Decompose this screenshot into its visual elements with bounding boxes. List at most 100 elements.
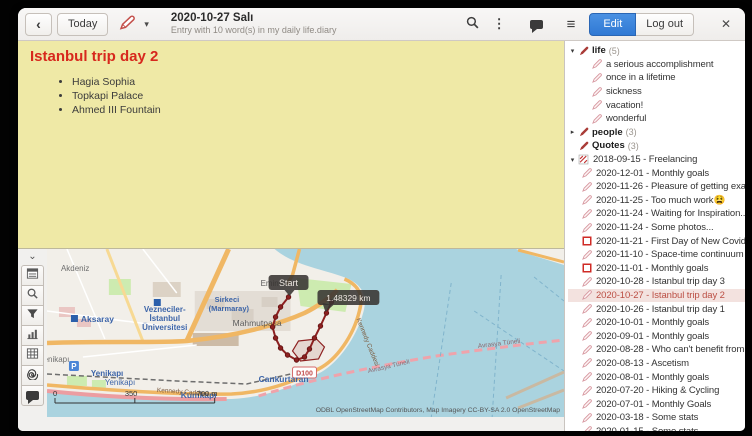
map-label-yenikapi: Yenikapı (105, 378, 135, 387)
entry-row[interactable]: 2020-11-26 - Pleasure of getting exac... (568, 180, 745, 194)
entry-row[interactable]: 2020-11-10 - Space-time continuum (568, 248, 745, 262)
tag-child-row[interactable]: once in a lifetime (568, 71, 745, 85)
filter-button[interactable] (21, 305, 44, 326)
entry-label: 2020-03-18 - Some stats (596, 412, 698, 423)
tag-count: (5) (609, 46, 620, 56)
expander-icon[interactable]: ▾ (568, 156, 577, 164)
tag-child-row[interactable]: vacation! (568, 98, 745, 112)
entry-label: 2020-07-01 - Monthly Goals (596, 399, 711, 410)
scale-end: 700 m (197, 389, 218, 398)
entry-text-area[interactable]: Istanbul trip day 2 Hagia Sophia Topkapi… (18, 41, 564, 249)
header-actions: ⋮ ≡ Edit Log out ✕ (460, 13, 738, 36)
expander-icon[interactable]: ▾ (568, 47, 577, 55)
entry-label: 2020-07-20 - Hiking & Cycling (596, 385, 719, 396)
table-grid-icon (26, 347, 39, 365)
map-toolbar: ⌄ (18, 249, 47, 417)
pen-icon (577, 141, 590, 151)
tag-child-row[interactable]: wonderful (568, 112, 745, 126)
list-view-icon (26, 267, 39, 285)
pen-icon (580, 426, 593, 431)
entry-row[interactable]: 2020-08-01 - Monthly goals (568, 370, 745, 384)
expander-icon[interactable]: ▸ (568, 128, 577, 136)
map-comments-button[interactable] (21, 385, 44, 406)
tag-child-label: wonderful (606, 113, 646, 124)
map-search-button[interactable] (21, 285, 44, 306)
collapse-panel-button[interactable]: ⌄ (23, 250, 43, 263)
tag-child-row[interactable]: sickness (568, 85, 745, 99)
entry-date-title: 2020-10-27 Salı (171, 13, 337, 25)
pen-icon (580, 195, 593, 205)
pen-icon (577, 127, 590, 137)
entry-row[interactable]: 2020-11-21 - First Day of New Covid R... (568, 234, 745, 248)
comments-button[interactable] (525, 13, 548, 36)
note-bullet: Topkapi Palace (72, 89, 552, 103)
diary-row[interactable]: ▾2018-09-15 - Freelancing (568, 153, 745, 167)
sidebar-tree: ▾ life(5) a serious accomplishment once in … (565, 41, 745, 431)
tag-row[interactable]: ▾ life(5) (568, 44, 745, 58)
tag-row[interactable]: Quotes(3) (568, 139, 745, 153)
entry-row[interactable]: 2020-11-24 - Waiting for Inspiration... (568, 207, 745, 221)
kebab-menu-button[interactable]: ⋮ (488, 13, 511, 36)
entry-row[interactable]: 2020-07-01 - Monthly Goals (568, 397, 745, 411)
editor-pane: Istanbul trip day 2 Hagia Sophia Topkapi… (18, 41, 565, 431)
pen-icon (580, 250, 593, 260)
entry-label: 2020-11-25 - Too much work😫 (596, 195, 725, 206)
entry-row[interactable]: 2020-10-01 - Monthly goals (568, 316, 745, 330)
entry-row[interactable]: 2020-03-18 - Some stats (568, 411, 745, 425)
map-label-vezneciler: İstanbul (149, 314, 180, 323)
entry-label: 2020-10-26 - Istanbul trip day 1 (596, 304, 725, 315)
tag-count: (3) (626, 127, 637, 137)
tag-label: life (592, 45, 606, 56)
pen-icon (580, 372, 593, 382)
tag-child-label: sickness (606, 86, 642, 97)
entry-row[interactable]: 2020-08-28 - Who can't benefit from ... (568, 343, 745, 357)
logout-button[interactable]: Log out (636, 13, 694, 36)
entry-label: 2020-10-27 - Istanbul trip day 2 (596, 290, 725, 301)
entry-row[interactable]: 2020-09-01 - Monthly goals (568, 329, 745, 343)
back-button[interactable]: ‹ (25, 13, 52, 36)
tag-child-label: a serious accomplishment (606, 59, 713, 70)
chart-button[interactable] (21, 325, 44, 346)
entry-list-button[interactable] (21, 265, 44, 286)
search-icon (465, 15, 480, 33)
chat-icon (530, 20, 543, 29)
pen-icon (580, 223, 593, 233)
app-window: ‹ Today ▾ 2020-10-27 Salı Entry with 10 … (18, 8, 745, 431)
openstreetmap-view: P D100 Akdeniz Aksaray Vezneciler- İstan… (47, 249, 564, 417)
entry-row[interactable]: 2020-10-27 - Istanbul trip day 2 (568, 289, 745, 303)
svg-text:1.48329 km: 1.48329 km (326, 293, 370, 303)
table-button[interactable] (21, 345, 44, 366)
entry-label: 2020-11-26 - Pleasure of getting exac... (596, 181, 745, 192)
entry-row[interactable]: 2020-01-15 - Some stats (568, 425, 745, 431)
entry-label: 2020-11-10 - Space-time continuum (596, 249, 744, 260)
entry-label: 2020-12-01 - Monthly goals (596, 168, 709, 179)
entry-row[interactable]: 2020-07-20 - Hiking & Cycling (568, 384, 745, 398)
pen-icon (580, 413, 593, 423)
main-area: Istanbul trip day 2 Hagia Sophia Topkapi… (18, 41, 745, 431)
entry-heading: Istanbul trip day 2 (30, 48, 552, 65)
today-button[interactable]: Today (57, 13, 108, 36)
entry-row[interactable]: 2020-11-01 - Monthly goals (568, 262, 745, 276)
edit-button[interactable]: Edit (589, 13, 636, 36)
entry-row[interactable]: 2020-12-01 - Monthly goals (568, 166, 745, 180)
tag-child-label: once in a lifetime (606, 72, 676, 83)
entry-row[interactable]: 2020-08-13 - Ascetism (568, 357, 745, 371)
tag-label: Quotes (592, 140, 625, 151)
map-canvas[interactable]: P D100 Akdeniz Aksaray Vezneciler- İstan… (47, 249, 564, 417)
entry-row[interactable]: 2020-11-24 - Some photos... (568, 221, 745, 235)
hamburger-menu-button[interactable]: ≡ (562, 13, 581, 36)
search-button[interactable] (460, 13, 485, 36)
tag-row[interactable]: ▸people(3) (568, 126, 745, 140)
entry-row[interactable]: 2020-10-26 - Istanbul trip day 1 (568, 302, 745, 316)
map-label-yenikapi: Yenikapı (47, 355, 69, 364)
new-entry-menu-button[interactable]: ▾ (113, 13, 154, 36)
header-title-block: 2020-10-27 Salı Entry with 10 word(s) in… (171, 13, 337, 36)
entry-row[interactable]: 2020-11-25 - Too much work😫 (568, 194, 745, 208)
close-window-button[interactable]: ✕ (714, 13, 738, 36)
spiral-button[interactable] (21, 365, 44, 386)
entry-row[interactable]: 2020-10-28 - Istanbul trip day 3 (568, 275, 745, 289)
pen-icon (580, 182, 593, 192)
tag-child-row[interactable]: a serious accomplishment (568, 58, 745, 72)
entry-label: 2020-11-01 - Monthly goals (596, 263, 708, 274)
diary-icon (577, 154, 590, 165)
